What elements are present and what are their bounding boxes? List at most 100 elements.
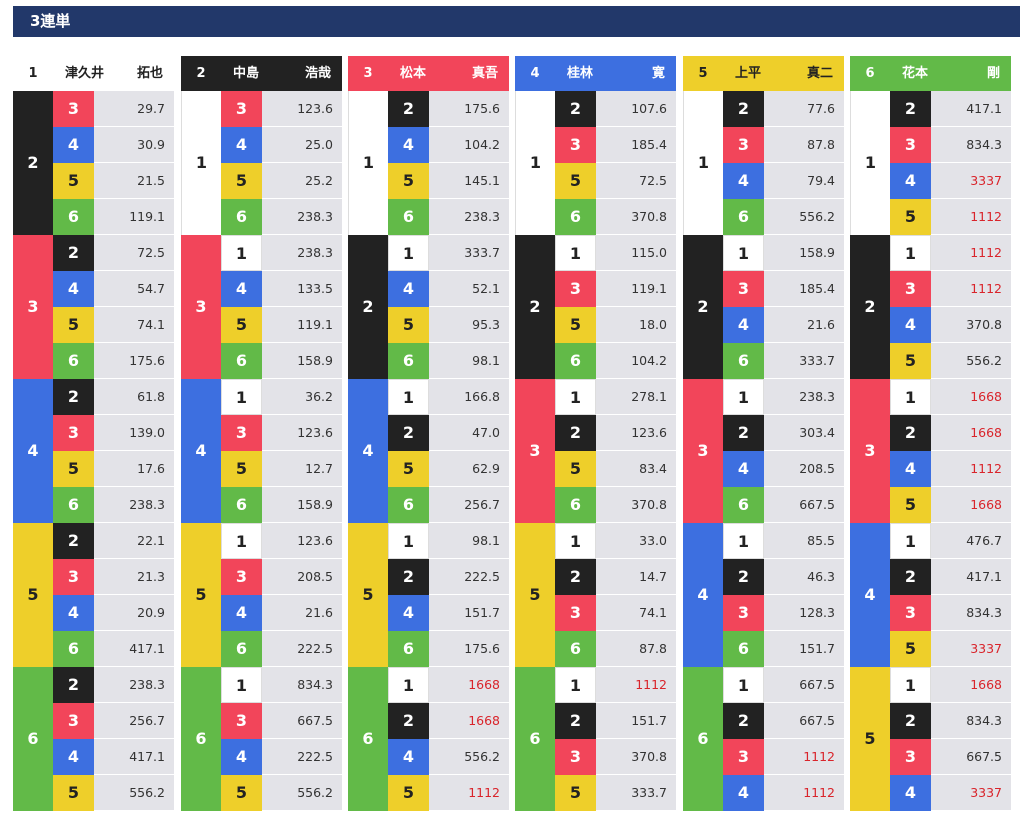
odds-row[interactable]: 3 87.8 bbox=[723, 127, 844, 163]
odds-row[interactable]: 5 25.2 bbox=[221, 163, 342, 199]
odds-row[interactable]: 5 21.5 bbox=[53, 163, 174, 199]
odds-row[interactable]: 2 47.0 bbox=[388, 415, 509, 451]
odds-row[interactable]: 2 667.5 bbox=[723, 703, 844, 739]
odds-row[interactable]: 4 208.5 bbox=[723, 451, 844, 487]
odds-row[interactable]: 6 158.9 bbox=[221, 487, 342, 523]
odds-row[interactable]: 5 95.3 bbox=[388, 307, 509, 343]
odds-row[interactable]: 4 133.5 bbox=[221, 271, 342, 307]
odds-row[interactable]: 4 151.7 bbox=[388, 595, 509, 631]
odds-row[interactable]: 5 18.0 bbox=[555, 307, 676, 343]
odds-row[interactable]: 2 22.1 bbox=[53, 523, 174, 559]
odds-row[interactable]: 2 417.1 bbox=[890, 91, 1011, 127]
odds-row[interactable]: 4 21.6 bbox=[723, 307, 844, 343]
odds-row[interactable]: 3 1112 bbox=[723, 739, 844, 775]
odds-row[interactable]: 5 1668 bbox=[890, 487, 1011, 523]
odds-row[interactable]: 6 98.1 bbox=[388, 343, 509, 379]
odds-row[interactable]: 6 238.3 bbox=[388, 199, 509, 235]
odds-row[interactable]: 6 556.2 bbox=[723, 199, 844, 235]
odds-row[interactable]: 4 3337 bbox=[890, 775, 1011, 811]
odds-row[interactable]: 1 33.0 bbox=[555, 523, 676, 559]
odds-row[interactable]: 6 238.3 bbox=[221, 199, 342, 235]
odds-row[interactable]: 4 1112 bbox=[890, 451, 1011, 487]
odds-row[interactable]: 1 115.0 bbox=[555, 235, 676, 271]
odds-row[interactable]: 5 1112 bbox=[388, 775, 509, 811]
odds-row[interactable]: 4 79.4 bbox=[723, 163, 844, 199]
odds-row[interactable]: 1 85.5 bbox=[723, 523, 844, 559]
odds-row[interactable]: 1 476.7 bbox=[890, 523, 1011, 559]
odds-row[interactable]: 4 21.6 bbox=[221, 595, 342, 631]
odds-row[interactable]: 5 72.5 bbox=[555, 163, 676, 199]
odds-row[interactable]: 6 158.9 bbox=[221, 343, 342, 379]
odds-row[interactable]: 2 303.4 bbox=[723, 415, 844, 451]
odds-row[interactable]: 3 123.6 bbox=[221, 91, 342, 127]
odds-row[interactable]: 6 87.8 bbox=[555, 631, 676, 667]
odds-row[interactable]: 1 36.2 bbox=[221, 379, 342, 415]
odds-row[interactable]: 6 370.8 bbox=[555, 199, 676, 235]
odds-row[interactable]: 1 1668 bbox=[890, 667, 1011, 703]
odds-row[interactable]: 1 834.3 bbox=[221, 667, 342, 703]
odds-row[interactable]: 3 123.6 bbox=[221, 415, 342, 451]
odds-row[interactable]: 5 1112 bbox=[890, 199, 1011, 235]
odds-row[interactable]: 3 185.4 bbox=[723, 271, 844, 307]
odds-row[interactable]: 3 667.5 bbox=[890, 739, 1011, 775]
odds-row[interactable]: 1 667.5 bbox=[723, 667, 844, 703]
odds-row[interactable]: 6 175.6 bbox=[388, 631, 509, 667]
odds-row[interactable]: 6 151.7 bbox=[723, 631, 844, 667]
odds-row[interactable]: 6 333.7 bbox=[723, 343, 844, 379]
odds-row[interactable]: 5 83.4 bbox=[555, 451, 676, 487]
odds-row[interactable]: 3 119.1 bbox=[555, 271, 676, 307]
odds-row[interactable]: 3 834.3 bbox=[890, 595, 1011, 631]
odds-row[interactable]: 2 175.6 bbox=[388, 91, 509, 127]
odds-row[interactable]: 4 20.9 bbox=[53, 595, 174, 631]
odds-row[interactable]: 2 77.6 bbox=[723, 91, 844, 127]
odds-row[interactable]: 3 667.5 bbox=[221, 703, 342, 739]
odds-row[interactable]: 2 834.3 bbox=[890, 703, 1011, 739]
odds-row[interactable]: 3 370.8 bbox=[555, 739, 676, 775]
odds-row[interactable]: 5 3337 bbox=[890, 631, 1011, 667]
odds-row[interactable]: 2 151.7 bbox=[555, 703, 676, 739]
odds-row[interactable]: 5 119.1 bbox=[221, 307, 342, 343]
odds-row[interactable]: 5 556.2 bbox=[890, 343, 1011, 379]
odds-row[interactable]: 2 238.3 bbox=[53, 667, 174, 703]
odds-row[interactable]: 3 139.0 bbox=[53, 415, 174, 451]
odds-row[interactable]: 2 417.1 bbox=[890, 559, 1011, 595]
odds-row[interactable]: 2 61.8 bbox=[53, 379, 174, 415]
odds-row[interactable]: 3 256.7 bbox=[53, 703, 174, 739]
odds-row[interactable]: 1 238.3 bbox=[221, 235, 342, 271]
odds-row[interactable]: 2 222.5 bbox=[388, 559, 509, 595]
odds-row[interactable]: 6 119.1 bbox=[53, 199, 174, 235]
odds-row[interactable]: 4 1112 bbox=[723, 775, 844, 811]
odds-row[interactable]: 3 1112 bbox=[890, 271, 1011, 307]
odds-row[interactable]: 5 145.1 bbox=[388, 163, 509, 199]
odds-row[interactable]: 5 17.6 bbox=[53, 451, 174, 487]
odds-row[interactable]: 6 417.1 bbox=[53, 631, 174, 667]
odds-row[interactable]: 2 14.7 bbox=[555, 559, 676, 595]
odds-row[interactable]: 4 25.0 bbox=[221, 127, 342, 163]
odds-row[interactable]: 1 1112 bbox=[555, 667, 676, 703]
odds-row[interactable]: 3 74.1 bbox=[555, 595, 676, 631]
odds-row[interactable]: 1 1668 bbox=[388, 667, 509, 703]
odds-row[interactable]: 4 30.9 bbox=[53, 127, 174, 163]
odds-row[interactable]: 2 72.5 bbox=[53, 235, 174, 271]
odds-row[interactable]: 3 834.3 bbox=[890, 127, 1011, 163]
odds-row[interactable]: 5 333.7 bbox=[555, 775, 676, 811]
odds-row[interactable]: 3 128.3 bbox=[723, 595, 844, 631]
odds-row[interactable]: 2 1668 bbox=[890, 415, 1011, 451]
odds-row[interactable]: 6 667.5 bbox=[723, 487, 844, 523]
odds-row[interactable]: 1 166.8 bbox=[388, 379, 509, 415]
odds-row[interactable]: 6 222.5 bbox=[221, 631, 342, 667]
odds-row[interactable]: 4 52.1 bbox=[388, 271, 509, 307]
odds-row[interactable]: 1 123.6 bbox=[221, 523, 342, 559]
odds-row[interactable]: 4 104.2 bbox=[388, 127, 509, 163]
odds-row[interactable]: 2 107.6 bbox=[555, 91, 676, 127]
odds-row[interactable]: 1 238.3 bbox=[723, 379, 844, 415]
odds-row[interactable]: 3 208.5 bbox=[221, 559, 342, 595]
odds-row[interactable]: 6 256.7 bbox=[388, 487, 509, 523]
odds-row[interactable]: 2 1668 bbox=[388, 703, 509, 739]
odds-row[interactable]: 6 104.2 bbox=[555, 343, 676, 379]
odds-row[interactable]: 5 62.9 bbox=[388, 451, 509, 487]
odds-row[interactable]: 5 12.7 bbox=[221, 451, 342, 487]
odds-row[interactable]: 1 278.1 bbox=[555, 379, 676, 415]
odds-row[interactable]: 1 98.1 bbox=[388, 523, 509, 559]
odds-row[interactable]: 1 1668 bbox=[890, 379, 1011, 415]
